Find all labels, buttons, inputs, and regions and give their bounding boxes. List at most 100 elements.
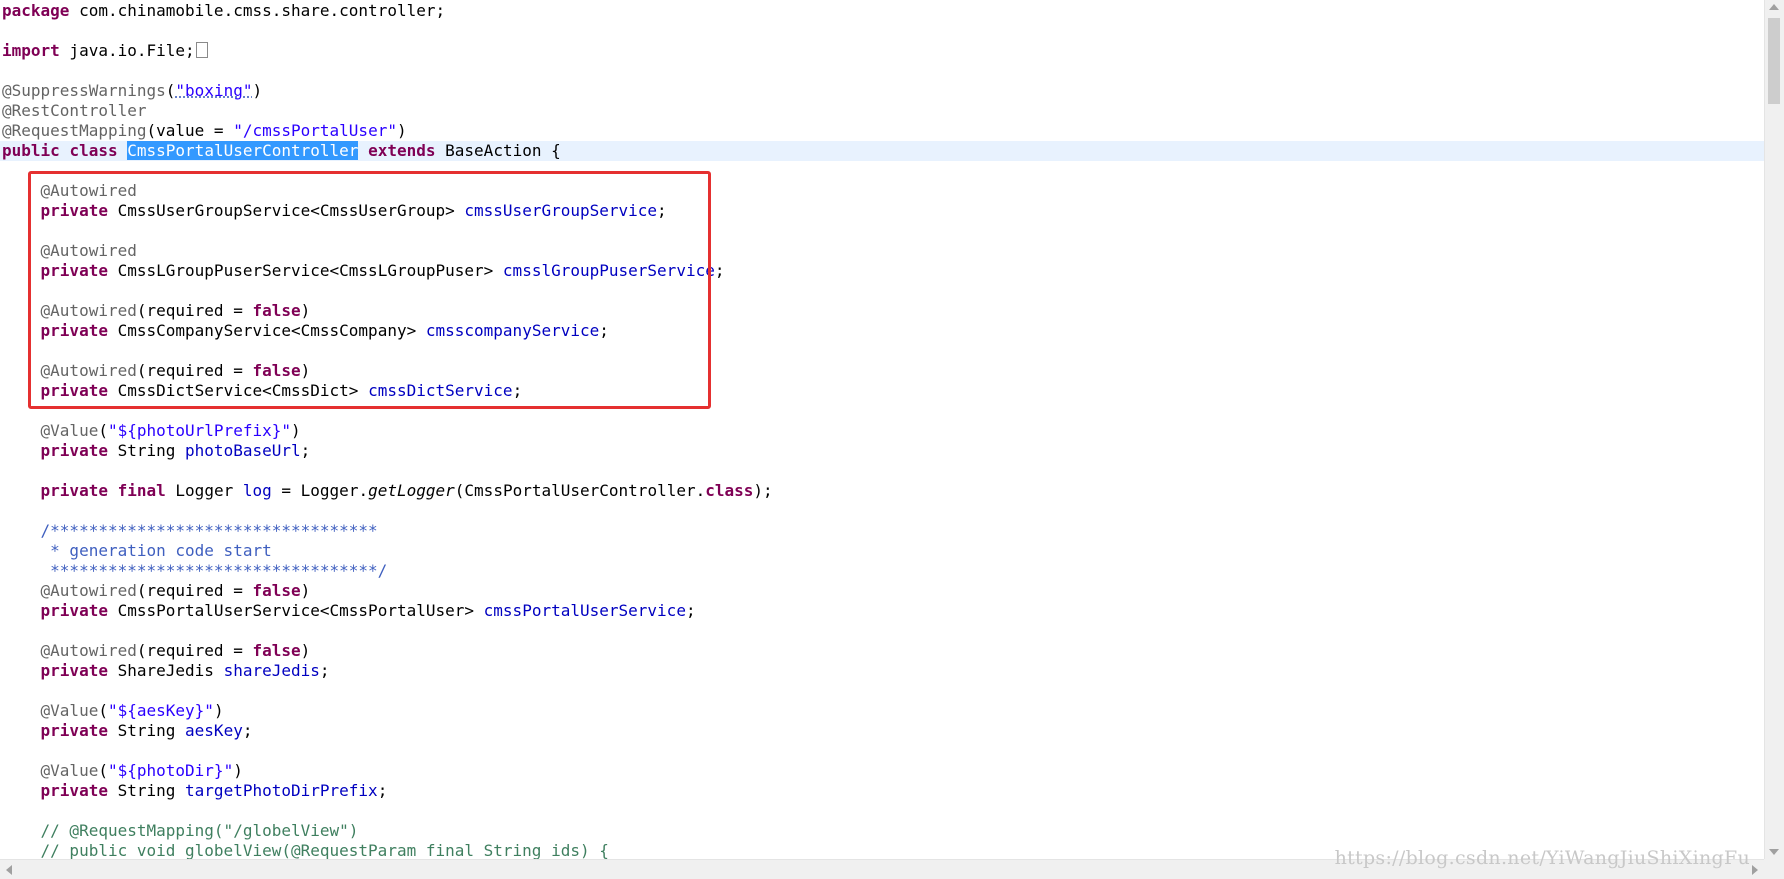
code-token: cmssUserGroupService (464, 201, 658, 220)
code-line[interactable] (2, 801, 1764, 821)
code-line[interactable]: // @RequestMapping("/globelView") (2, 821, 1764, 841)
code-token: "${photoUrlPrefix}" (107, 421, 291, 440)
code-token: ) (300, 581, 311, 600)
code-line[interactable]: @RequestMapping(value = "/cmssPortalUser… (2, 121, 1764, 141)
code-token: CmssPortalUserService<CmssPortalUser> (107, 601, 484, 620)
code-token: cmssDictService (368, 381, 513, 400)
code-line[interactable]: @Autowired (2, 181, 1764, 201)
code-token: extends (368, 141, 436, 160)
code-line[interactable]: public class CmssPortalUserController ex… (0, 141, 1764, 161)
code-line[interactable]: private ShareJedis shareJedis; (2, 661, 1764, 681)
code-token: // public void globelView(@RequestParam … (2, 841, 609, 859)
code-token: = Logger. (271, 481, 369, 500)
code-line[interactable]: **********************************/ (2, 561, 1764, 581)
code-line[interactable] (2, 501, 1764, 521)
code-line[interactable]: @Autowired(required = false) (2, 581, 1764, 601)
code-token: private (40, 441, 108, 460)
code-token: private (40, 481, 108, 500)
code-line[interactable]: /********************************** (2, 521, 1764, 541)
code-line[interactable]: @Value("${photoUrlPrefix}") (2, 421, 1764, 441)
code-token: * generation code start (2, 541, 272, 560)
code-line[interactable] (2, 741, 1764, 761)
code-token: ShareJedis (107, 661, 224, 680)
code-lines[interactable]: package com.chinamobile.cmss.share.contr… (0, 1, 1764, 859)
code-token: CmssPortalUserController (127, 141, 359, 160)
code-line[interactable]: @Autowired(required = false) (2, 301, 1764, 321)
code-line[interactable]: private CmssDictService<CmssDict> cmssDi… (2, 381, 1764, 401)
code-token: ) (396, 121, 407, 140)
code-line[interactable]: private String photoBaseUrl; (2, 441, 1764, 461)
code-token: (required = (136, 361, 253, 380)
code-line[interactable]: private final Logger log = Logger.getLog… (2, 481, 1764, 501)
code-token: private (40, 261, 108, 280)
code-token: ( (98, 701, 108, 720)
code-line[interactable] (2, 221, 1764, 241)
code-line[interactable] (2, 461, 1764, 481)
code-token: String (107, 781, 186, 800)
code-line[interactable]: private CmssUserGroupService<CmssUserGro… (2, 201, 1764, 221)
code-line[interactable]: @Value("${aesKey}") (2, 701, 1764, 721)
code-token: (CmssPortalUserController. (454, 481, 706, 500)
code-token: false (252, 301, 301, 320)
code-line[interactable]: private String aesKey; (2, 721, 1764, 741)
code-token: ) (252, 81, 263, 100)
scroll-left-icon[interactable] (6, 865, 12, 875)
code-line[interactable] (2, 341, 1764, 361)
code-line[interactable] (2, 401, 1764, 421)
code-line[interactable]: private CmssCompanyService<CmssCompany> … (2, 321, 1764, 341)
code-token: ) (291, 421, 301, 440)
code-line[interactable]: @Autowired(required = false) (2, 361, 1764, 381)
code-token: cmsscompanyService (425, 321, 600, 340)
code-token: cmssPortalUserService (483, 601, 686, 620)
code-line[interactable]: private CmssPortalUserService<CmssPortal… (2, 601, 1764, 621)
code-token: @Autowired (40, 641, 137, 660)
code-token: false (252, 641, 301, 660)
code-line[interactable] (2, 621, 1764, 641)
code-token: ) (233, 761, 243, 780)
code-line[interactable] (2, 281, 1764, 301)
code-line[interactable]: @SuppressWarnings("boxing") (2, 81, 1764, 101)
code-line[interactable]: @Autowired(required = false) (2, 641, 1764, 661)
code-line[interactable]: @RestController (2, 101, 1764, 121)
code-token: // @RequestMapping("/globelView") (2, 821, 359, 840)
folded-imports-icon[interactable] (195, 42, 208, 58)
code-line[interactable]: @Autowired (2, 241, 1764, 261)
scroll-down-icon[interactable] (1769, 849, 1779, 855)
vertical-scroll-thumb[interactable] (1768, 18, 1780, 104)
scroll-right-icon[interactable] (1752, 865, 1758, 875)
code-line[interactable]: * generation code start (2, 541, 1764, 561)
code-line[interactable] (2, 21, 1764, 41)
code-token: class (705, 481, 754, 500)
code-line[interactable]: import java.io.File; (2, 41, 1764, 61)
code-line[interactable] (2, 161, 1764, 181)
code-token: false (252, 581, 301, 600)
code-line[interactable] (2, 681, 1764, 701)
code-token: class (69, 141, 118, 160)
code-token: CmssLGroupPuserService<CmssLGroupPuser> (107, 261, 503, 280)
code-line[interactable]: private String targetPhotoDirPrefix; (2, 781, 1764, 801)
code-line[interactable] (2, 61, 1764, 81)
code-token: shareJedis (223, 661, 320, 680)
code-token: @Autowired (40, 581, 137, 600)
code-token: ; (685, 601, 696, 620)
code-token: ) (300, 641, 311, 660)
code-line[interactable]: @Value("${photoDir}") (2, 761, 1764, 781)
vertical-scrollbar[interactable] (1764, 0, 1784, 859)
code-line[interactable]: package com.chinamobile.cmss.share.contr… (2, 1, 1764, 21)
scroll-up-icon[interactable] (1769, 4, 1779, 10)
code-editor[interactable]: package com.chinamobile.cmss.share.contr… (0, 0, 1764, 859)
code-token: ) (300, 361, 311, 380)
code-line[interactable]: private CmssLGroupPuserService<CmssLGrou… (2, 261, 1764, 281)
